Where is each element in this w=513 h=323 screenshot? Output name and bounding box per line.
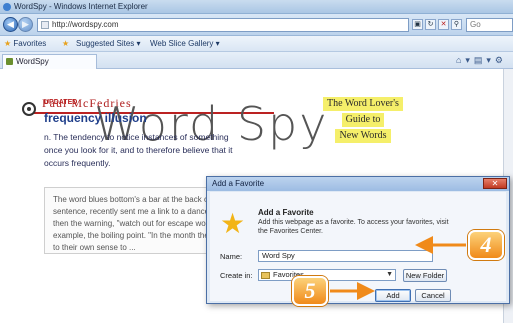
updated-badge: UPDATED <box>44 99 78 106</box>
page-icon <box>41 21 49 29</box>
tab-favicon-icon <box>6 58 13 65</box>
forward-button[interactable]: ▶ <box>18 17 33 32</box>
window-titlebar: WordSpy - Windows Internet Explorer <box>0 0 513 14</box>
entry-headline[interactable]: frequency illusion <box>44 111 147 125</box>
favorites-star-icon: ★ <box>4 39 12 48</box>
name-field[interactable]: Word Spy <box>258 250 433 262</box>
dialog-title: Add a Favorite <box>207 177 509 191</box>
add-favorite-dialog: Add a Favorite ✕ ★ Add a Favorite Add th… <box>206 176 510 304</box>
favorites-bar: ★ Favorites ★ Suggested Sites ▾ Web Slic… <box>0 36 513 52</box>
favorites-label: Favorites <box>13 39 47 48</box>
ie-icon <box>3 3 11 11</box>
site-tagline: The Word Lover's Guide to New Words <box>308 97 418 145</box>
tagline-line-2: Guide to <box>341 113 385 127</box>
add-button[interactable]: Add <box>375 289 411 302</box>
chevron-down-icon: ▼ <box>386 271 393 278</box>
search-provider-icon[interactable]: ⚲ <box>451 19 462 30</box>
favorite-star-icon: ★ <box>220 208 246 239</box>
back-button[interactable]: ◀ <box>3 17 18 32</box>
address-text: http://wordspy.com <box>52 20 119 29</box>
tab-label: WordSpy <box>16 57 49 66</box>
dialog-close-button[interactable]: ✕ <box>483 178 507 189</box>
stop-icon[interactable]: ✕ <box>438 19 449 30</box>
tagline-line-3: New Words <box>335 129 391 143</box>
compat-view-icon[interactable]: ▣ <box>412 19 423 30</box>
command-bar-icons[interactable]: ⌂▾▤▾⚙ <box>456 55 507 66</box>
favorites-button[interactable]: ★ Favorites <box>4 39 46 48</box>
web-slice-gallery-link[interactable]: Web Slice Gallery ▾ <box>150 39 220 48</box>
step-4-callout: 4 <box>468 230 504 260</box>
search-input[interactable]: Go <box>466 18 513 32</box>
add-to-favorites-bar-icon[interactable]: ★ <box>62 39 69 48</box>
new-folder-button[interactable]: New Folder <box>403 269 447 282</box>
address-input[interactable]: http://wordspy.com <box>37 18 409 32</box>
name-label: Name: <box>220 252 243 261</box>
suggested-sites-link[interactable]: Suggested Sites ▾ <box>76 39 141 48</box>
dialog-heading: Add a Favorite <box>258 208 314 217</box>
step-5-callout: 5 <box>292 276 328 306</box>
address-toolbar: ◀ ▶ http://wordspy.com ▣ ↻ ✕ ⚲ Go <box>0 14 513 36</box>
create-in-label: Create in: <box>220 271 253 280</box>
dialog-body: ★ Add a Favorite Add this webpage as a f… <box>210 192 506 302</box>
folder-icon <box>261 272 270 279</box>
window-title: WordSpy - Windows Internet Explorer <box>14 2 148 11</box>
entry-definition: n. The tendency to notice instances of s… <box>44 132 233 168</box>
tab-wordspy[interactable]: WordSpy <box>2 54 97 69</box>
tagline-line-1: The Word Lover's <box>323 97 403 111</box>
refresh-icon[interactable]: ↻ <box>425 19 436 30</box>
tab-bar: WordSpy ⌂▾▤▾⚙ <box>0 52 513 69</box>
cancel-button[interactable]: Cancel <box>415 289 451 302</box>
dialog-description: Add this webpage as a favorite. To acces… <box>258 219 449 235</box>
updated-icon <box>22 102 36 116</box>
